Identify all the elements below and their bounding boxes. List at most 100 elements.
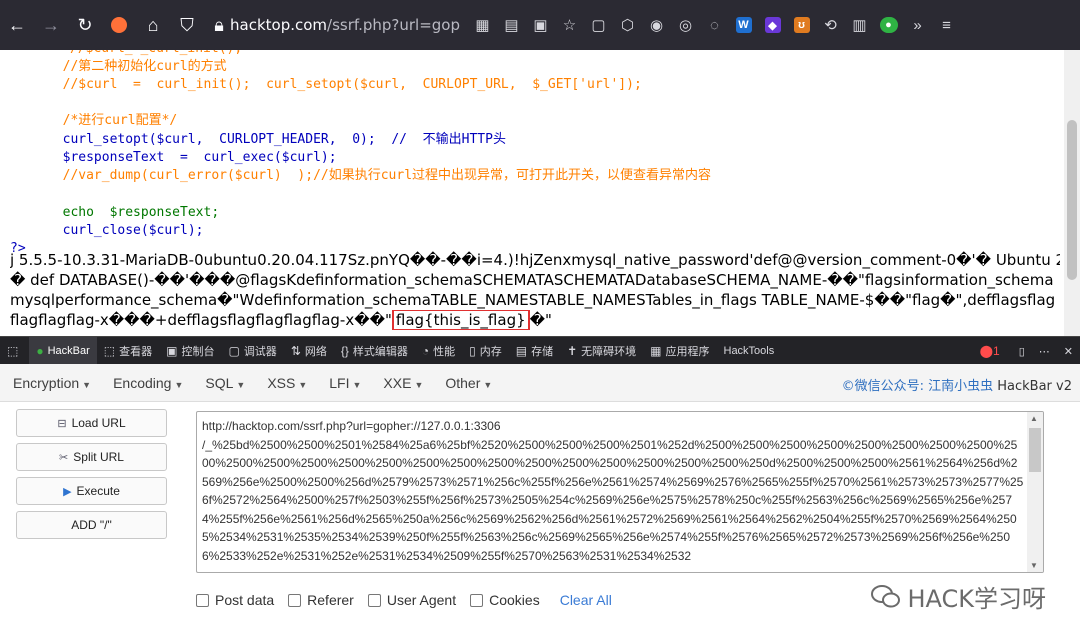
extension-circle-icon[interactable]: ◉ <box>642 8 671 42</box>
home-icon[interactable]: ⌂ <box>136 8 170 42</box>
menu-label: Encryption <box>13 374 80 391</box>
menu-lfi[interactable]: LFI ▼ <box>316 375 370 391</box>
referer-option[interactable]: Referer <box>288 592 354 608</box>
screenshot-icon[interactable]: ▣ <box>526 8 555 42</box>
menu-hamburger-icon[interactable]: ≡ <box>932 8 961 42</box>
button-label: Split URL <box>73 450 124 464</box>
tab-hackbar[interactable]: ● HackBar <box>29 336 97 365</box>
url-text[interactable]: hacktop.com/ssrf.php?url=gopher:/ <box>230 16 460 34</box>
more-options-icon[interactable]: ⋯ <box>1032 337 1057 365</box>
tab-label: 应用程序 <box>665 345 710 358</box>
dock-icon[interactable]: ▯ <box>1012 337 1032 365</box>
option-label: User Agent <box>386 592 457 608</box>
post-data-checkbox[interactable] <box>196 593 209 607</box>
add-slash-button[interactable]: ADD "/" <box>16 511 167 539</box>
menu-encoding[interactable]: Encoding ▼ <box>100 375 192 391</box>
button-label: ADD "/" <box>71 518 112 532</box>
tab-accessibility[interactable]: ✝ 无障碍环境 <box>560 337 643 365</box>
close-devtools-icon[interactable]: ✕ <box>1057 337 1080 365</box>
wappalyzer-icon[interactable]: W <box>729 8 758 42</box>
menu-sql[interactable]: SQL ▼ <box>192 375 254 391</box>
tab-label: HackTools <box>723 344 775 357</box>
execute-button[interactable]: ▶ Execute <box>16 477 167 505</box>
scroll-up-icon[interactable]: ▲ <box>1030 414 1038 423</box>
tab-debugger[interactable]: ▢ 调试器 <box>221 337 283 365</box>
url-path: /ssrf.php?url=gopher:/ <box>327 16 460 34</box>
menu-label: LFI <box>329 374 350 391</box>
forward-arrow-icon[interactable]: → <box>34 8 68 42</box>
reader-icon[interactable]: ▤ <box>497 8 526 42</box>
menu-xxe[interactable]: XXE ▼ <box>370 375 432 391</box>
overflow-chevron-icon[interactable]: » <box>903 8 932 42</box>
tab-inspector[interactable]: ⬚ 查看器 <box>97 337 159 365</box>
menu-encryption[interactable]: Encryption ▼ <box>0 375 100 391</box>
console-icon: ▣ <box>166 343 178 358</box>
tab-memory[interactable]: ▯ 内存 <box>462 337 509 365</box>
textarea-scrollbar[interactable]: ▲ ▼ <box>1027 412 1043 572</box>
tab-label: 样式编辑器 <box>352 345 408 358</box>
menu-other[interactable]: Other ▼ <box>432 375 501 391</box>
tab-application[interactable]: ▦ 应用程序 <box>643 337 716 365</box>
element-picker-icon[interactable]: ⬚ <box>0 337 29 365</box>
error-icon: ⬤ <box>979 344 994 358</box>
page-scrollbar[interactable] <box>1064 50 1080 336</box>
code-line: //第二种初始化curl的方式 <box>0 59 227 74</box>
accessibility-icon: ✝ <box>567 343 578 358</box>
qr-code-icon[interactable]: ▦ <box>468 8 497 42</box>
hackbar-credit[interactable]: ©微信公众号: 江南小虫虫 HackBar v2 <box>842 375 1072 394</box>
scroll-down-icon[interactable]: ▼ <box>1030 561 1038 570</box>
tab-hacktools[interactable]: HackTools <box>717 337 782 365</box>
green-toggle-icon[interactable]: ● <box>874 8 903 42</box>
menu-xss[interactable]: XSS ▼ <box>254 375 316 391</box>
purple-extension-icon[interactable]: ◆ <box>758 8 787 42</box>
tab-storage[interactable]: ▤ 存储 <box>509 337 560 365</box>
caret-down-icon: ▼ <box>236 379 246 390</box>
page-scrollbar-thumb[interactable] <box>1067 120 1077 280</box>
split-url-button[interactable]: ✂ Split URL <box>16 443 167 471</box>
firefox-icon[interactable] <box>102 8 136 42</box>
tab-style-editor[interactable]: {} 样式编辑器 <box>334 337 415 365</box>
extension-hex-icon[interactable]: ⬡ <box>613 8 642 42</box>
clear-all-link[interactable]: Clear All <box>560 592 612 608</box>
shield-icon[interactable]: ⛉ <box>170 8 204 42</box>
menu-label: Encoding <box>113 374 172 391</box>
code-line: echo $responseText; <box>0 205 220 220</box>
option-label: Referer <box>307 592 354 608</box>
reload-icon[interactable]: ↻ <box>68 8 102 42</box>
tab-network[interactable]: ⇅ 网络 <box>284 337 334 365</box>
button-label: Execute <box>76 484 120 498</box>
url-textarea[interactable]: http://hacktop.com/ssrf.php?url=gopher:/… <box>196 411 1044 573</box>
error-count: 1 <box>993 344 1000 358</box>
style-editor-icon: {} <box>340 343 349 358</box>
cookies-checkbox[interactable] <box>470 593 484 607</box>
load-url-button[interactable]: ⊟ Load URL <box>16 409 167 437</box>
textarea-scrollbar-thumb[interactable] <box>1029 428 1041 472</box>
share-icon[interactable]: ⟲ <box>816 8 845 42</box>
post-data-option[interactable]: Post data <box>196 592 274 608</box>
cookies-option[interactable]: Cookies <box>470 592 540 608</box>
button-label: Load URL <box>71 416 126 430</box>
sidebar-icon[interactable]: ▥ <box>845 8 874 42</box>
network-icon: ⇅ <box>290 343 301 358</box>
option-label: Post data <box>215 592 275 608</box>
user-agent-option[interactable]: User Agent <box>367 592 457 608</box>
extension-globe-icon[interactable]: ◎ <box>671 8 700 42</box>
error-count-badge[interactable]: ⬤1 <box>980 344 1000 358</box>
caret-down-icon: ▼ <box>352 379 362 390</box>
caret-down-icon: ▼ <box>82 379 92 390</box>
user-agent-checkbox[interactable] <box>367 593 381 607</box>
eye-icon[interactable]: ◌ <box>700 8 729 42</box>
tab-label: 查看器 <box>119 345 153 358</box>
tab-label: 控制台 <box>181 345 215 358</box>
page-content: //$curl_=_curl_init(); //第二种初始化curl的方式 /… <box>0 50 1064 336</box>
url-bar[interactable]: 🔒︎ hacktop.com/ssrf.php?url=gopher:/ <box>208 8 460 42</box>
url-textarea-value[interactable]: http://hacktop.com/ssrf.php?url=gopher:/… <box>202 417 1024 565</box>
pocket-icon[interactable]: ▢ <box>584 8 613 42</box>
back-arrow-icon[interactable]: ← <box>0 8 34 42</box>
bookmark-star-icon[interactable]: ☆ <box>555 8 584 42</box>
referer-checkbox[interactable] <box>288 593 302 607</box>
tab-console[interactable]: ▣ 控制台 <box>159 337 221 365</box>
hackbar-extension-icon[interactable]: ʊ <box>787 8 816 42</box>
performance-icon: ◔ <box>421 343 430 358</box>
tab-performance[interactable]: ◔ 性能 <box>415 337 462 365</box>
